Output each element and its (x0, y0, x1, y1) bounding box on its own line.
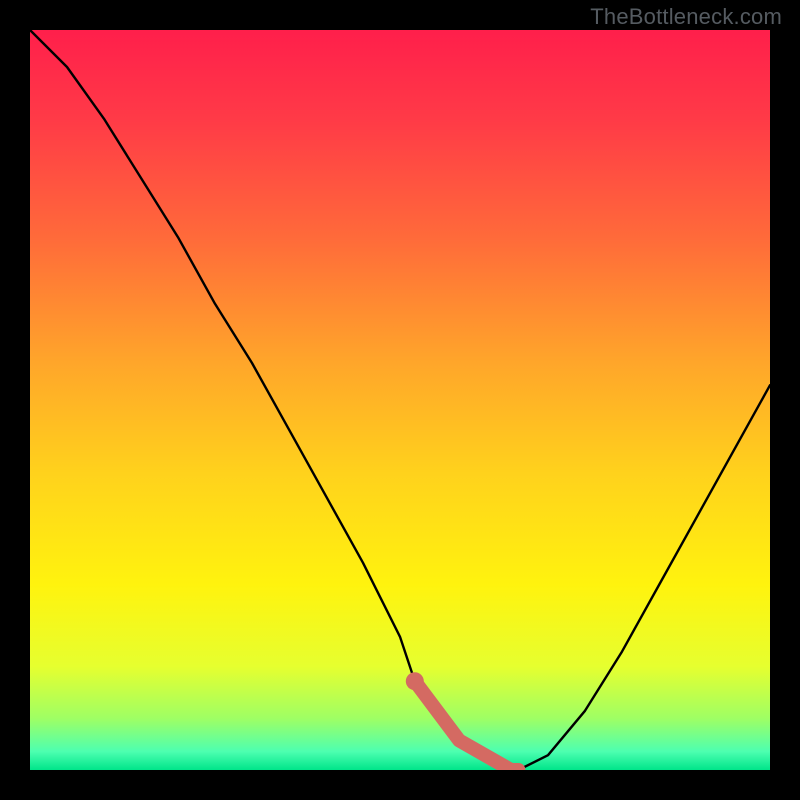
bottleneck-chart (30, 30, 770, 770)
gradient-background (30, 30, 770, 770)
attribution-label: TheBottleneck.com (590, 4, 782, 30)
chart-frame: TheBottleneck.com (0, 0, 800, 800)
highlight-marker (406, 672, 424, 690)
